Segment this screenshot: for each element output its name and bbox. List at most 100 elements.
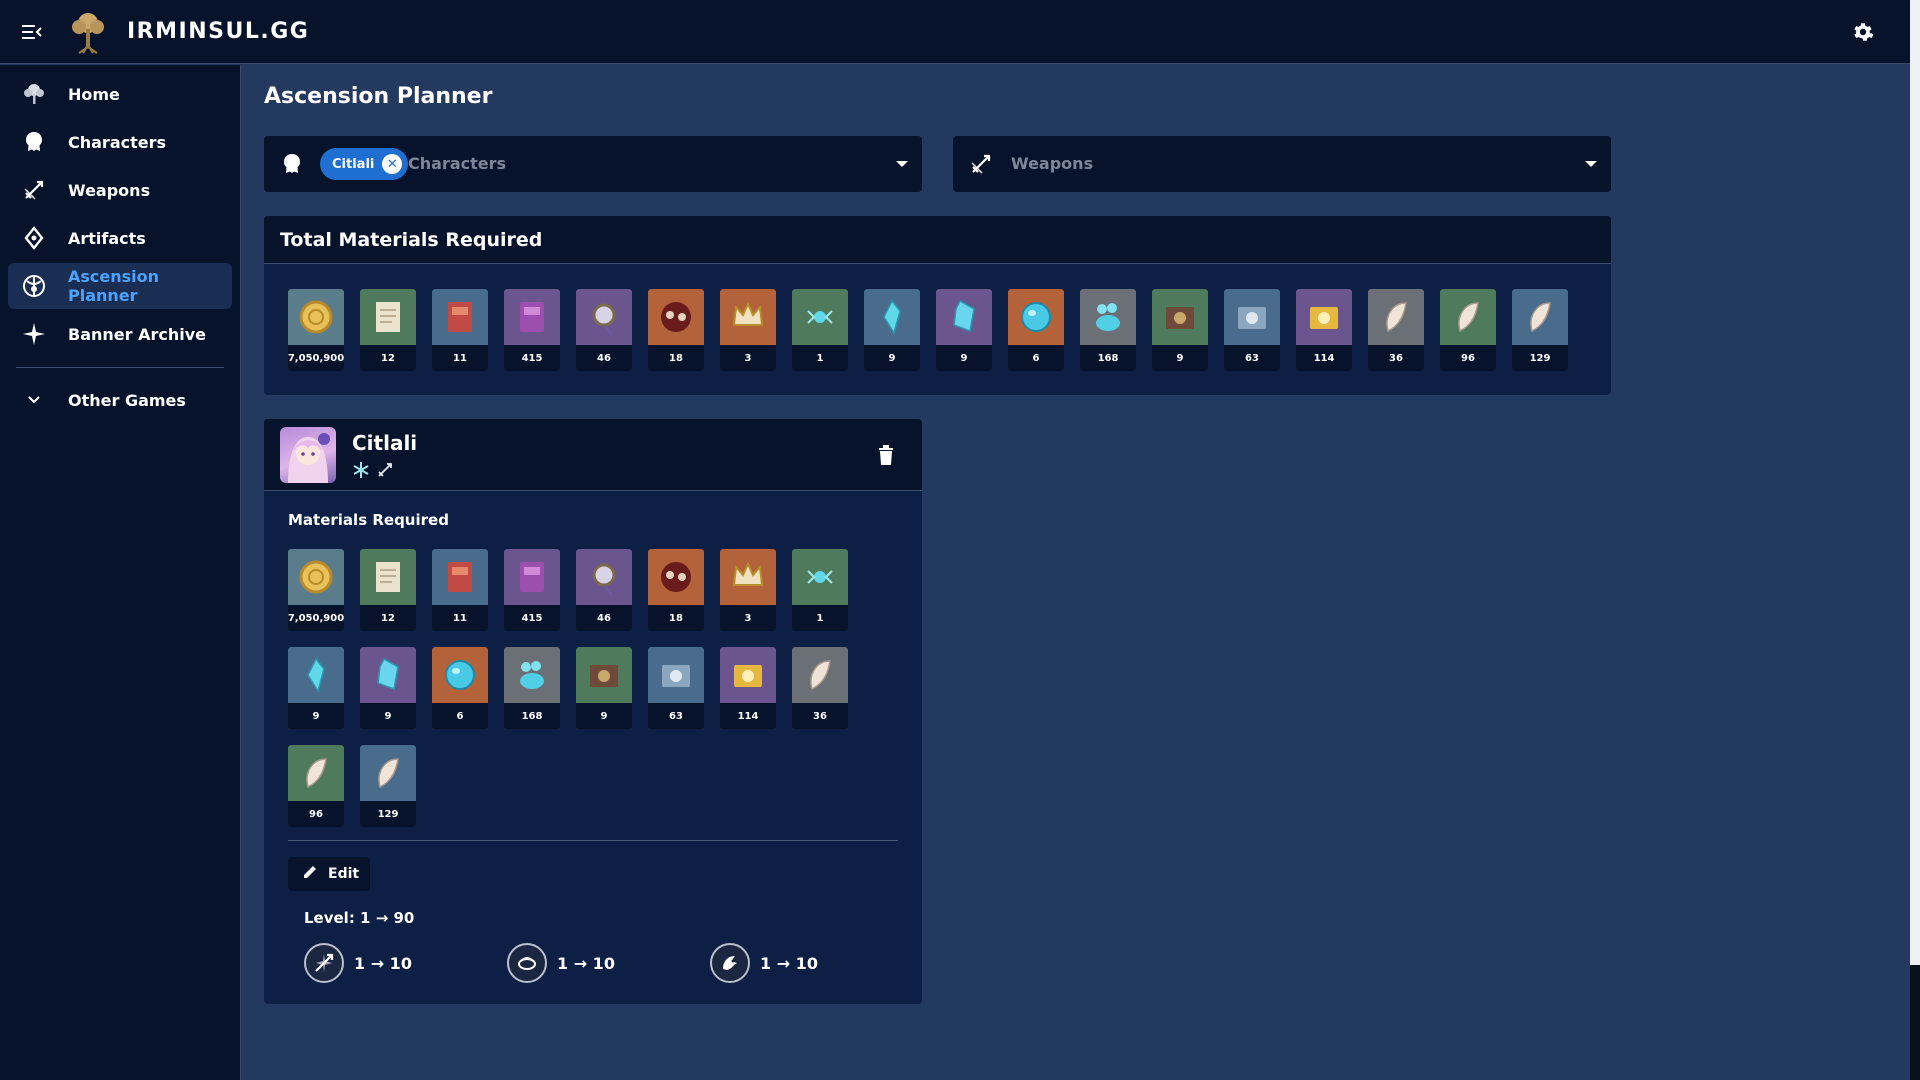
material-item[interactable]: 12 — [360, 289, 416, 371]
character-name: Citlali — [352, 431, 418, 455]
feather-blue-icon — [360, 745, 416, 801]
material-item[interactable]: 9 — [576, 647, 632, 729]
material-quantity: 18 — [669, 352, 683, 364]
material-item[interactable]: 1 — [792, 289, 848, 371]
material-item[interactable]: 3 — [720, 289, 776, 371]
character-head-icon — [20, 128, 48, 156]
page-scrollbar[interactable] — [1910, 0, 1920, 1080]
talent-book-purple-icon — [504, 549, 560, 605]
common-item-green-icon — [576, 647, 632, 703]
material-item[interactable]: 168 — [1080, 289, 1136, 371]
dropdown-arrow-icon[interactable] — [896, 161, 908, 167]
menu-collapse-icon[interactable] — [17, 17, 47, 47]
material-item[interactable]: 63 — [648, 647, 704, 729]
material-item[interactable]: 1 — [792, 549, 848, 631]
top-app-bar: IRMINSUL.GG — [0, 0, 1910, 64]
material-quantity: 6 — [456, 710, 464, 722]
weekly-boss-icon — [648, 289, 704, 345]
material-quantity: 129 — [377, 808, 399, 820]
material-item[interactable]: 36 — [1368, 289, 1424, 371]
elemental-burst-icon — [710, 943, 750, 983]
material-item[interactable]: 46 — [576, 549, 632, 631]
delete-trash-icon[interactable] — [878, 445, 898, 467]
material-item[interactable]: 18 — [648, 289, 704, 371]
material-item[interactable]: 168 — [504, 647, 560, 729]
material-item[interactable]: 6 — [1008, 289, 1064, 371]
material-quantity: 415 — [521, 352, 543, 364]
material-quantity: 129 — [1529, 352, 1551, 364]
material-item[interactable]: 3 — [720, 549, 776, 631]
material-item[interactable]: 46 — [576, 289, 632, 371]
settings-gear-icon[interactable] — [1848, 17, 1878, 47]
sidebar-item-other-games[interactable]: Other Games — [8, 377, 232, 423]
mora-coin-icon — [288, 549, 344, 605]
page-scrollbar-thumb[interactable] — [1910, 965, 1920, 1080]
character-head-icon — [278, 150, 306, 178]
material-item[interactable]: 7,050,900 — [288, 289, 344, 371]
material-item[interactable]: 129 — [1512, 289, 1568, 371]
material-quantity: 1 — [816, 612, 824, 624]
material-item[interactable]: 96 — [288, 745, 344, 827]
character-card: Citlali Materials Required 7,050,900 12 11… — [264, 419, 922, 1004]
brand-name[interactable]: IRMINSUL.GG — [127, 19, 309, 44]
material-item[interactable]: 129 — [360, 745, 416, 827]
talent-book-blue-icon — [432, 289, 488, 345]
material-quantity: 96 — [309, 808, 323, 820]
material-quantity: 114 — [737, 710, 759, 722]
material-quantity: 12 — [381, 352, 395, 364]
character-select-placeholder: Characters — [408, 154, 507, 173]
sword-icon — [967, 150, 995, 178]
character-portrait[interactable] — [280, 427, 336, 483]
specialty-icon — [1080, 289, 1136, 345]
material-item[interactable]: 11 — [432, 289, 488, 371]
feather-green-icon — [1440, 289, 1496, 345]
talent-elemental-burst: 1 → 10 — [710, 943, 818, 983]
sword-icon — [20, 176, 48, 204]
irminsul-tree-logo-icon[interactable] — [65, 9, 111, 55]
boss-drop-icon — [576, 289, 632, 345]
sidebar-item-characters[interactable]: Characters — [8, 119, 232, 165]
material-item[interactable]: 96 — [1440, 289, 1496, 371]
material-quantity: 9 — [384, 710, 392, 722]
weapon-select[interactable]: Weapons — [953, 136, 1611, 192]
total-materials-title: Total Materials Required — [264, 216, 1611, 264]
material-item[interactable]: 6 — [432, 647, 488, 729]
material-quantity: 415 — [521, 612, 543, 624]
material-item[interactable]: 9 — [1152, 289, 1208, 371]
material-item[interactable]: 12 — [360, 549, 416, 631]
material-item[interactable]: 415 — [504, 289, 560, 371]
sidebar-item-banner-archive[interactable]: Banner Archive — [8, 311, 232, 357]
material-item[interactable]: 36 — [792, 647, 848, 729]
sidebar-item-weapons[interactable]: Weapons — [8, 167, 232, 213]
edit-button[interactable]: Edit — [288, 857, 370, 891]
sidebar-item-ascension-planner[interactable]: Ascension Planner — [8, 263, 232, 309]
material-item[interactable]: 18 — [648, 549, 704, 631]
material-item[interactable]: 415 — [504, 549, 560, 631]
material-item[interactable]: 7,050,900 — [288, 549, 344, 631]
material-item[interactable]: 9 — [936, 289, 992, 371]
chip-remove-icon[interactable]: ✕ — [382, 154, 403, 174]
material-quantity: 7,050,900 — [288, 612, 344, 624]
gem-icon — [432, 647, 488, 703]
material-item[interactable]: 114 — [1296, 289, 1352, 371]
character-select[interactable]: Citlali ✕ Characters — [264, 136, 922, 192]
artifact-icon — [20, 224, 48, 252]
material-item[interactable]: 9 — [360, 647, 416, 729]
dropdown-arrow-icon[interactable] — [1585, 161, 1597, 167]
talent-range: 1 → 10 — [760, 953, 818, 973]
gem-fragment-icon — [864, 289, 920, 345]
material-item[interactable]: 63 — [1224, 289, 1280, 371]
sidebar-item-label: Weapons — [68, 180, 151, 200]
material-item[interactable]: 11 — [432, 549, 488, 631]
sidebar-item-label: Banner Archive — [68, 324, 206, 344]
feather-blue-icon — [1512, 289, 1568, 345]
sidebar-item-home[interactable]: Home — [8, 71, 232, 117]
material-item[interactable]: 9 — [288, 647, 344, 729]
talent-book-blue-icon — [432, 549, 488, 605]
sidebar-item-artifacts[interactable]: Artifacts — [8, 215, 232, 261]
page-title: Ascension Planner — [264, 84, 493, 109]
selected-character-chip[interactable]: Citlali ✕ — [320, 148, 409, 180]
common-item-purple-icon — [720, 647, 776, 703]
material-item[interactable]: 114 — [720, 647, 776, 729]
material-item[interactable]: 9 — [864, 289, 920, 371]
